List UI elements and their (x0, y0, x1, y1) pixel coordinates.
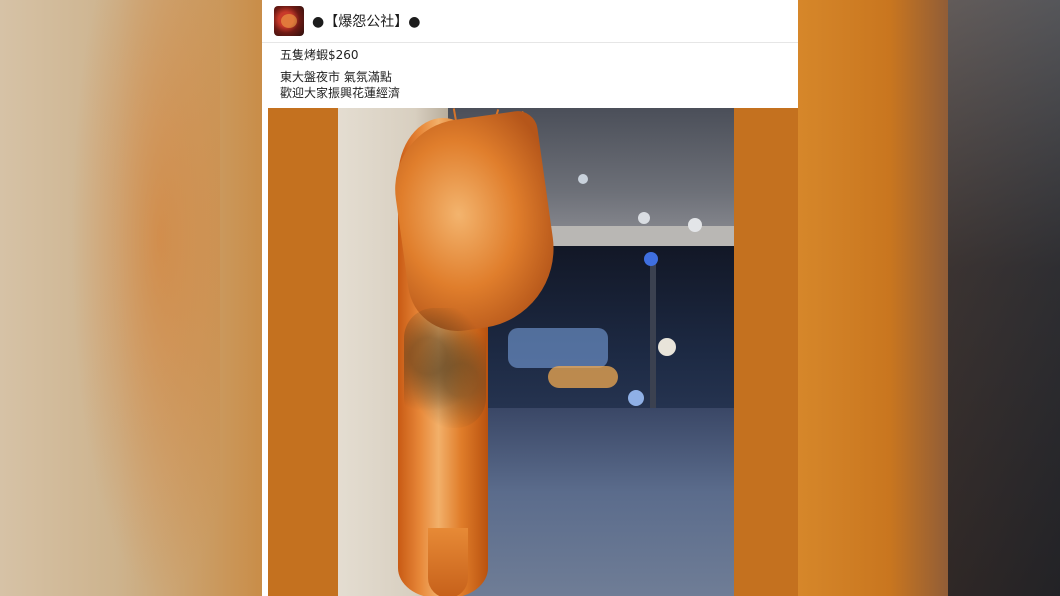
photo-bokeh-light (658, 338, 676, 356)
post-text-line: 五隻烤蝦$260 (280, 48, 359, 62)
page-avatar-icon[interactable] (274, 6, 304, 36)
post-photo-frame[interactable] (268, 108, 798, 596)
blurred-background-left (0, 0, 262, 596)
photo-bokeh-light (578, 174, 588, 184)
blurred-background-right (798, 0, 1060, 596)
photo-bokeh-light (548, 366, 618, 388)
photo-bokeh-light (644, 252, 658, 266)
post-photo[interactable] (338, 108, 734, 596)
post-text: 五隻烤蝦$260 東大盤夜市 氣氛滿點 歡迎大家振興花蓮經濟 (262, 43, 798, 101)
post-text-line: 歡迎大家振興花蓮經濟 (280, 86, 401, 100)
post-text-line: 東大盤夜市 氣氛滿點 (280, 70, 392, 84)
social-post-card: ●【爆怨公社】● 五隻烤蝦$260 東大盤夜市 氣氛滿點 歡迎大家振興花蓮經濟 (262, 0, 798, 596)
photo-bokeh-light (638, 212, 650, 224)
photo-bokeh-light (628, 390, 644, 406)
photo-bokeh-light (688, 218, 702, 232)
post-header: ●【爆怨公社】● (262, 0, 798, 43)
photo-shrimp-tail (428, 528, 468, 596)
photo-street (448, 408, 734, 596)
photo-street-lamp (650, 258, 656, 408)
photo-shrimp-seasoning (404, 308, 486, 428)
page-name-link[interactable]: ●【爆怨公社】● (312, 11, 420, 31)
photo-bokeh-light (508, 328, 608, 368)
